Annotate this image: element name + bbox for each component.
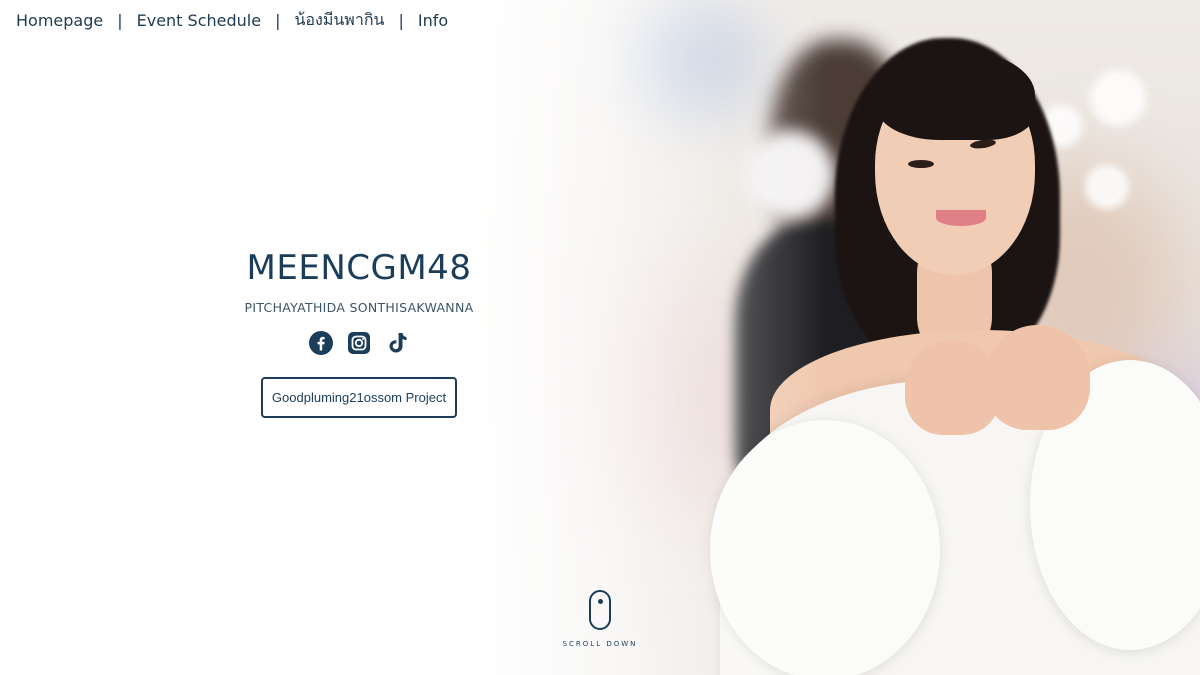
scroll-down-indicator[interactable]: SCROLL DOWN <box>560 590 640 648</box>
mouse-icon <box>589 590 611 630</box>
hero-photo <box>420 0 1200 675</box>
mouse-wheel-dot <box>597 599 603 604</box>
nav-separator: | <box>117 11 123 30</box>
nav-link-homepage[interactable]: Homepage <box>16 11 103 30</box>
nav-link-meen-eats[interactable]: น้องมีนพากิน <box>294 8 384 33</box>
nav-link-event-schedule[interactable]: Event Schedule <box>137 11 261 30</box>
nav-link-info[interactable]: Info <box>418 11 448 30</box>
nav-separator: | <box>398 11 404 30</box>
hero-page: Homepage | Event Schedule | น้องมีนพากิน… <box>0 0 1200 675</box>
page-title: MEENCGM48 <box>246 248 472 288</box>
intro-block: MEENCGM48 PITCHAYATHIDA SONTHISAKWANNA G… <box>219 246 499 418</box>
subtitle-full-name: PITCHAYATHIDA SONTHISAKWANNA <box>244 300 474 315</box>
instagram-icon[interactable] <box>347 331 371 355</box>
tiktok-icon[interactable] <box>385 331 409 355</box>
project-button[interactable]: Goodpluming21ossom Project <box>260 377 458 418</box>
top-nav: Homepage | Event Schedule | น้องมีนพากิน… <box>16 8 448 33</box>
nav-separator: | <box>275 11 281 30</box>
social-links <box>219 331 499 355</box>
scroll-down-label: SCROLL DOWN <box>562 640 638 648</box>
facebook-icon[interactable] <box>309 331 333 355</box>
photo-white-fade <box>420 0 1200 675</box>
